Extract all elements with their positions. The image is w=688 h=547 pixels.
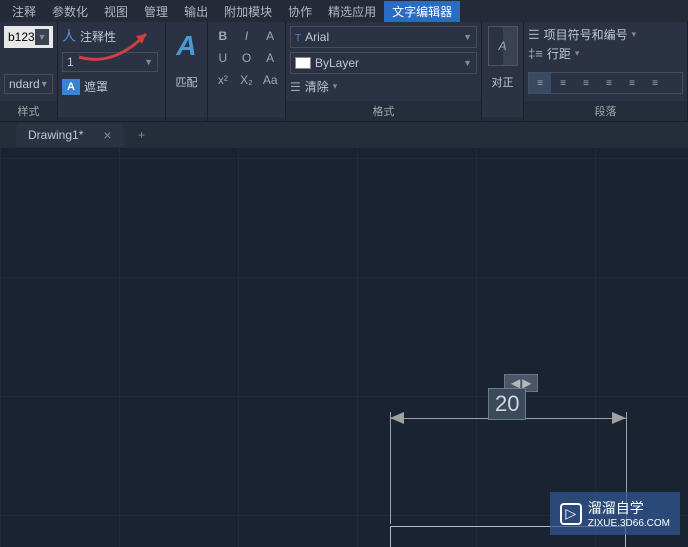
watermark-logo-icon: ▷ xyxy=(560,503,582,525)
document-tab[interactable]: Drawing1* × xyxy=(16,123,124,147)
align-dist-button[interactable]: ≡ xyxy=(621,73,643,93)
style-combo[interactable]: ndard ▼ xyxy=(4,74,53,94)
justify-icon[interactable]: A xyxy=(488,26,518,66)
tab-add-button[interactable]: + xyxy=(130,125,154,145)
tab-close-button[interactable]: × xyxy=(103,127,111,143)
align-right-button[interactable]: ≡ xyxy=(575,73,597,93)
match-icon[interactable]: A xyxy=(171,26,203,66)
chevron-down-icon: ▾ xyxy=(333,81,338,92)
spacing-label: 行距 xyxy=(547,45,571,62)
panel-label-style: 样式 xyxy=(0,101,57,121)
color-value: ByLayer xyxy=(315,56,359,70)
panel-label-format: 格式 xyxy=(286,101,481,121)
truetype-icon: T xyxy=(295,33,301,44)
ribbon: b123 ▼ ndard ▼ 样式 人 注释性 1 ▼ A 遮罩 xyxy=(0,22,688,122)
panel-label-paragraph: 段落 xyxy=(524,101,687,121)
menu-text-editor[interactable]: 文字编辑器 xyxy=(384,1,460,22)
tab-label: Drawing1* xyxy=(28,128,83,142)
annotative-icon: 人 xyxy=(62,26,76,46)
chevron-down-icon: ▼ xyxy=(40,79,49,89)
annotative-label: 注释性 xyxy=(80,28,116,45)
paragraph-align-group: ≡ ≡ ≡ ≡ ≡ ≡ xyxy=(528,72,683,94)
bullets-label: 项目符号和编号 xyxy=(544,26,628,43)
chevron-down-icon: ▼ xyxy=(463,58,472,68)
watermark: ▷ 溜溜自学 ZIXUE.3D66.COM xyxy=(550,492,680,535)
dimension-arrow-left-icon xyxy=(390,412,404,424)
watermark-subtitle: ZIXUE.3D66.COM xyxy=(588,518,670,529)
menu-view[interactable]: 视图 xyxy=(96,1,136,22)
align-left-button[interactable]: ≡ xyxy=(529,73,551,93)
font-script-button[interactable]: A xyxy=(259,26,281,46)
dimension-extension-line xyxy=(390,412,391,524)
align-justify-button[interactable]: ≡ xyxy=(598,73,620,93)
menubar: 注释 参数化 视图 管理 输出 附加模块 协作 精选应用 文字编辑器 xyxy=(0,0,688,22)
chevron-down-icon: ▼ xyxy=(35,29,49,45)
ribbon-panel-annotative: 人 注释性 1 ▼ A 遮罩 xyxy=(58,22,166,121)
underline-button[interactable]: U xyxy=(212,48,234,68)
clear-label: 清除 xyxy=(305,78,329,95)
justify-label: 对正 xyxy=(492,74,514,90)
strike-button[interactable]: A xyxy=(259,48,281,68)
dimension-text-input[interactable]: 20 xyxy=(488,388,526,420)
ribbon-panel-style: b123 ▼ ndard ▼ 样式 xyxy=(0,22,58,121)
font-value: Arial xyxy=(305,30,329,44)
menu-manage[interactable]: 管理 xyxy=(136,1,176,22)
drawing-canvas[interactable]: ◀▶ 20 ▷ 溜溜自学 ZIXUE.3D66.COM xyxy=(0,148,688,547)
ribbon-panel-paragraph: ☰ 项目符号和编号 ▾ ‡≡ 行距 ▾ ≡ ≡ ≡ ≡ ≡ ≡ 段落 xyxy=(524,22,688,121)
text-height-value: 1 xyxy=(67,55,74,69)
align-full-button[interactable]: ≡ xyxy=(644,73,666,93)
color-swatch-icon xyxy=(295,57,311,69)
ribbon-panel-font: T Arial ▼ ByLayer ▼ ☰ 清除 ▾ 格式 xyxy=(286,22,482,121)
spacing-icon[interactable]: ‡≡ xyxy=(528,46,543,61)
ribbon-panel-formatting: B I A U O A x² X₂ Aa xyxy=(208,22,286,121)
align-center-button[interactable]: ≡ xyxy=(552,73,574,93)
mask-icon[interactable]: A xyxy=(62,79,80,95)
menu-annotate[interactable]: 注释 xyxy=(4,1,44,22)
chevron-down-icon: ▾ xyxy=(632,29,637,40)
panel-label-blank4 xyxy=(482,117,523,121)
panel-label-blank1 xyxy=(58,117,165,121)
chevron-down-icon: ▼ xyxy=(144,57,153,67)
text-style-value: b123 xyxy=(8,30,35,44)
menu-addins[interactable]: 附加模块 xyxy=(216,1,280,22)
chevron-down-icon: ▾ xyxy=(575,48,580,59)
match-label: 匹配 xyxy=(176,74,198,90)
color-combo[interactable]: ByLayer ▼ xyxy=(290,52,477,74)
style-value: ndard xyxy=(9,77,40,91)
panel-label-blank3 xyxy=(208,117,285,121)
menu-output[interactable]: 输出 xyxy=(176,1,216,22)
bullets-icon[interactable]: ☰ xyxy=(528,27,540,43)
bold-button[interactable]: B xyxy=(212,26,234,46)
ribbon-panel-match: A 匹配 xyxy=(166,22,208,121)
menu-parametric[interactable]: 参数化 xyxy=(44,1,96,22)
watermark-title: 溜溜自学 xyxy=(588,500,644,516)
document-tabbar: Drawing1* × + xyxy=(0,122,688,148)
italic-button[interactable]: I xyxy=(236,26,258,46)
superscript-button[interactable]: x² xyxy=(212,70,234,90)
menu-featured[interactable]: 精选应用 xyxy=(320,1,384,22)
overline-button[interactable]: O xyxy=(236,48,258,68)
dimension-arrow-right-icon xyxy=(612,412,626,424)
text-style-combo[interactable]: b123 ▼ xyxy=(4,26,53,48)
panel-label-blank2 xyxy=(166,117,207,121)
subscript-button[interactable]: X₂ xyxy=(236,70,258,90)
clear-icon[interactable]: ☰ xyxy=(290,80,301,94)
font-combo[interactable]: T Arial ▼ xyxy=(290,26,477,48)
chevron-down-icon: ▼ xyxy=(463,32,472,42)
changecase-button[interactable]: Aa xyxy=(259,70,281,90)
text-height-combo[interactable]: 1 ▼ xyxy=(62,52,158,72)
menu-collab[interactable]: 协作 xyxy=(280,1,320,22)
ribbon-panel-justify: A 对正 xyxy=(482,22,524,121)
mask-label: 遮罩 xyxy=(84,78,108,95)
